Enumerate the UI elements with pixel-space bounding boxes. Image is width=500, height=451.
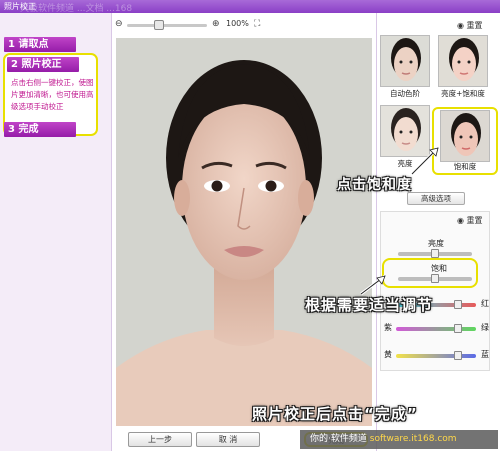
adjustment-panel [380,211,490,371]
brightness-label: 亮度 [428,239,444,248]
preset-label-brightness-saturation: 亮度+饱和度 [441,89,485,98]
previous-step-button[interactable]: 上一步 [128,432,192,447]
title-bar: 照片校正 天极软件频道 ...文档 ...168 [0,0,500,14]
preset-thumb-brightness-saturation[interactable] [438,35,488,87]
step-2-photo-correction[interactable]: 2 照片校正 [7,57,79,72]
zoom-toolbar: ⊖ ⊕ 100% ⛶ [112,13,374,35]
blue-label: 蓝 [481,350,489,359]
brightness-slider-thumb[interactable] [431,249,439,258]
yellow-label: 黄 [384,350,392,359]
green-label: 绿 [481,323,489,332]
site-watermark: 你的·软件频道 software.it168.com [300,430,498,449]
brightness-saturation-thumb-image [439,36,487,86]
yellow-blue-slider-thumb[interactable] [454,351,463,360]
callout-click-saturation: 点击饱和度 [337,177,412,193]
reset-icon: ◉ [457,21,464,30]
preset-thumb-auto-levels[interactable] [380,35,430,87]
reset-icon: ◉ [457,216,464,225]
reset-presets-button[interactable]: ◉ 重置 [457,20,483,31]
callout-click-done: 照片校正后点击“完成” [252,405,418,423]
watermark-label: 你的·软件频道 [310,434,367,444]
yellow-blue-slider-track[interactable] [396,354,476,358]
step-1-get-point[interactable]: 1 请取点 [4,37,76,52]
cyan-red-slider-thumb[interactable] [454,300,463,309]
reset-adjust-button[interactable]: ◉ 重置 [457,215,483,226]
fit-icon[interactable]: ⛶ [254,19,260,29]
auto-levels-thumb-image [381,36,429,86]
magenta-green-slider-thumb[interactable] [454,324,463,333]
step-2-description: 点击右侧一键校正，使图片更加清晰，也可使用高级选项手动校正 [11,78,94,111]
zoom-slider-thumb[interactable] [154,20,164,30]
preset-label-auto-levels: 自动色阶 [390,89,420,98]
callout-arrow-saturation [410,146,440,176]
saturation-slider-highlight [382,258,478,288]
steps-panel: 1 请取点 2 照片校正 点击右侧一键校正，使图片更加清晰，也可使用高级选项手动… [0,13,112,451]
portrait-image [116,38,372,426]
zoom-out-icon[interactable]: ⊖ [115,19,123,29]
step-3-finish[interactable]: 3 完成 [4,122,76,137]
cancel-button[interactable]: 取 消 [196,432,260,447]
red-label: 红 [481,299,489,308]
magenta-green-slider-track[interactable] [396,327,476,331]
watermark-url: software.it168.com [369,434,457,444]
photo-correction-window: 照片校正 天极软件频道 ...文档 ...168 1 请取点 2 照片校正 点击… [0,0,500,451]
zoom-slider-track[interactable] [127,24,207,27]
zoom-percent: 100% [226,19,249,28]
callout-arrow-adjust [360,274,386,296]
photo-preview [116,38,372,426]
advanced-options-button[interactable]: 高级选项 [407,192,465,205]
magenta-label: 紫 [384,323,392,332]
zoom-in-icon[interactable]: ⊕ [212,19,220,29]
